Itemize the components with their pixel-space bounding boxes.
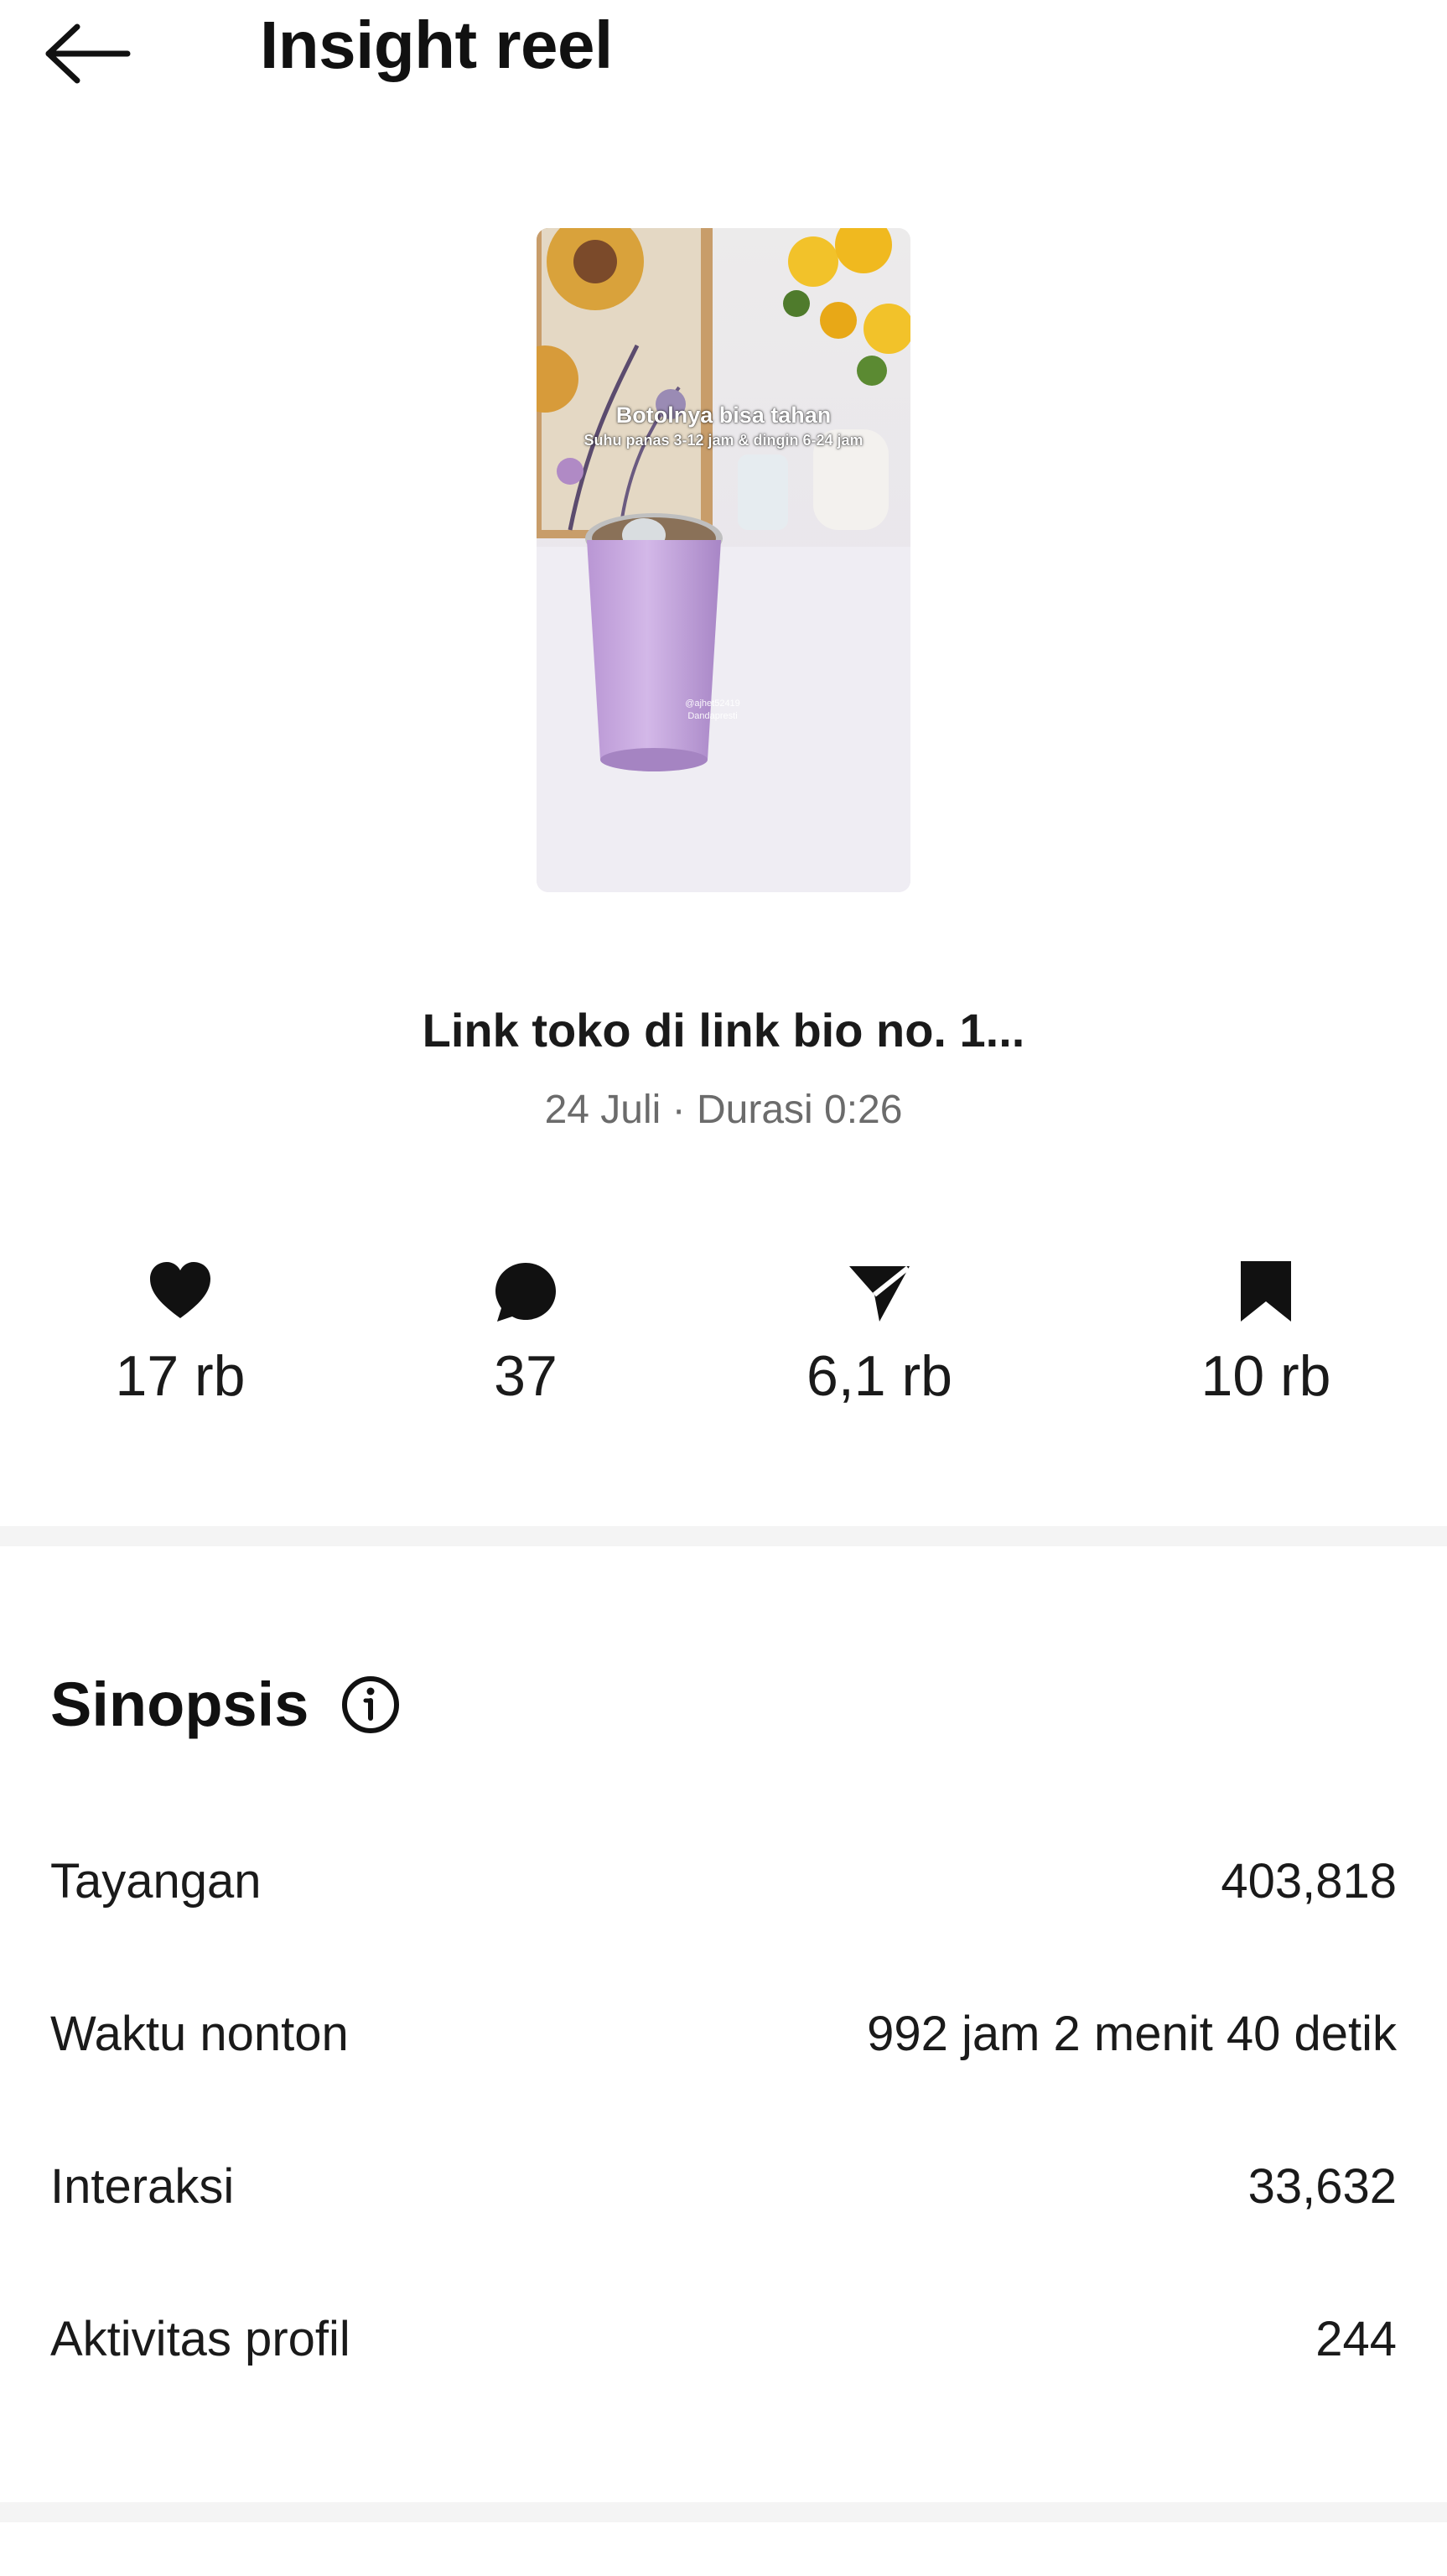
insight-reel-page: Insight reel Botolnya bisa tahan Suhu pa…	[0, 0, 1447, 2576]
back-button[interactable]	[42, 12, 143, 96]
watermark-line1: @ajhet52419	[685, 699, 740, 709]
stat-saves-value: 10 rb	[1201, 1344, 1331, 1408]
send-icon	[849, 1265, 910, 1322]
stat-comments-value: 37	[494, 1344, 558, 1408]
thumbnail-caption: Botolnya bisa tahan Suhu panas 3-12 jam …	[537, 402, 910, 449]
metric-label: Tayangan	[50, 1854, 262, 1909]
metric-row-views: Tayangan 403,818	[50, 1853, 1397, 1920]
synopsis-title: Sinopsis	[50, 1670, 309, 1739]
stat-shares: 6,1 rb	[754, 1258, 1005, 1409]
comment-icon	[495, 1263, 556, 1322]
metric-label: Aktivitas profil	[50, 2312, 350, 2366]
metric-row-profile-activity: Aktivitas profil 244	[50, 2311, 1397, 2378]
reel-thumbnail[interactable]: Botolnya bisa tahan Suhu panas 3-12 jam …	[537, 228, 910, 892]
thumbnail-image	[537, 228, 910, 892]
thumbnail-watermark: @ajhet52419 Dandapresti	[671, 698, 755, 723]
stat-likes-value: 17 rb	[115, 1344, 246, 1408]
stat-saves: 10 rb	[1140, 1258, 1392, 1409]
thumbnail-caption-line1: Botolnya bisa tahan	[615, 402, 832, 428]
metric-value: 244	[1315, 2312, 1397, 2366]
metric-row-watch-time: Waktu nonton 992 jam 2 menit 40 detik	[50, 2006, 1397, 2073]
reel-title: Link toko di link bio no. 1...	[422, 1004, 1025, 1057]
heart-icon	[150, 1262, 210, 1318]
header: Insight reel	[0, 0, 1447, 109]
bookmark-icon	[1241, 1261, 1291, 1322]
section-divider	[0, 2502, 1447, 2522]
page-title: Insight reel	[260, 8, 613, 82]
engagement-stats: 17 rb 37 6,1 rb 10 rb	[0, 1258, 1447, 1426]
metric-value: 33,632	[1247, 2159, 1397, 2214]
thumbnail-caption-line2: Suhu panas 3-12 jam & dingin 6-24 jam	[583, 432, 864, 449]
metric-row-interactions: Interaksi 33,632	[50, 2158, 1397, 2225]
metric-value: 403,818	[1221, 1854, 1397, 1909]
stat-likes: 17 rb	[54, 1258, 306, 1409]
section-divider	[0, 1526, 1447, 1546]
metric-label: Interaksi	[50, 2159, 235, 2214]
metric-value: 992 jam 2 menit 40 detik	[867, 2007, 1397, 2061]
arrow-left-icon	[45, 23, 131, 84]
watermark-line2: Dandapresti	[687, 711, 738, 721]
metric-label: Waktu nonton	[50, 2007, 349, 2061]
info-icon[interactable]	[340, 1675, 401, 1735]
reel-meta: 24 Juli · Durasi 0:26	[544, 1088, 903, 1132]
stat-shares-value: 6,1 rb	[806, 1344, 952, 1408]
stat-comments: 37	[400, 1258, 651, 1409]
synopsis-header: Sinopsis	[50, 1669, 401, 1740]
